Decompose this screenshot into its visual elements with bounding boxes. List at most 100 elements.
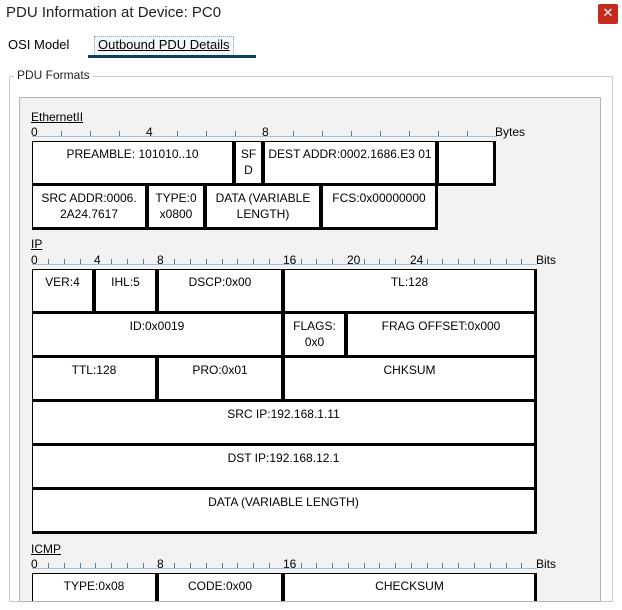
ruler-tick (364, 563, 365, 568)
ethernet-ruler-label-0: 0 (31, 125, 38, 139)
ruler-tick (111, 563, 112, 568)
ruler-tick (411, 563, 412, 568)
ip-ihl-field: IHL:5 (95, 269, 158, 314)
close-icon[interactable]: ✕ (598, 4, 618, 24)
ruler-tick (351, 131, 352, 136)
ruler-tick (332, 259, 333, 264)
ethernet-preamble-field: PREAMBLE: 101010..10 (32, 141, 235, 186)
ip-ruler-label-4: 4 (94, 253, 101, 267)
ip-unit-label: Bits (536, 253, 557, 267)
ruler-tick (301, 259, 302, 264)
ruler-tick (364, 259, 365, 264)
ruler-tick (379, 563, 380, 568)
ethernet-ruler-label-8: 8 (262, 125, 269, 139)
ruler-tick (48, 259, 49, 264)
ethernet-section-title: EthernetII (31, 110, 84, 124)
ruler-tick (95, 563, 96, 568)
ip-dscp-field: DSCP:0x00 (158, 269, 284, 314)
ruler-tick (293, 131, 294, 136)
ethernet-ruler-label-4: 4 (146, 125, 153, 139)
ruler-tick (80, 563, 81, 568)
tab-outbound-pdu-details[interactable]: Outbound PDU Details (94, 36, 234, 56)
ruler-tick (427, 563, 428, 568)
ruler-tick (316, 259, 317, 264)
ruler-tick (316, 563, 317, 568)
ip-data-field: DATA (VARIABLE LENGTH) (32, 489, 537, 534)
icmp-ruler-label-8: 8 (157, 557, 164, 571)
ip-src-ip-field: SRC IP:192.168.1.11 (32, 401, 537, 446)
tab-bar: OSI Model Outbound PDU Details (0, 32, 622, 58)
ip-section-title: IP (31, 237, 43, 251)
icmp-code-field: CODE:0x00 (158, 573, 284, 601)
ip-tl-field: TL:128 (284, 269, 537, 314)
ruler-tick (206, 259, 207, 264)
ruler-tick (474, 563, 475, 568)
icmp-ruler-label-0: 0 (31, 557, 38, 571)
ruler-tick (64, 563, 65, 568)
ip-dst-ip-field: DST IP:192.168.12.1 (32, 445, 537, 490)
ruler-tick (206, 131, 207, 136)
ip-protocol-field: PRO:0x01 (158, 357, 284, 402)
pdu-formats-panel[interactable]: EthernetII 0 4 8 Bytes PREAMBLE: 101010.… (19, 97, 601, 602)
ip-ruler-label-8: 8 (157, 253, 164, 267)
ruler-tick (177, 131, 178, 136)
ethernet-data-field: DATA (VARIABLE LENGTH) (206, 185, 322, 230)
ethernet-sfd-field: SF D (235, 141, 264, 186)
ruler-tick (332, 563, 333, 568)
ip-ver-field: VER:4 (32, 269, 95, 314)
ruler-tick (506, 563, 507, 568)
pdu-formats-label: PDU Formats (14, 68, 93, 82)
ip-id-field: ID:0x0019 (32, 313, 284, 358)
ruler-tick (269, 563, 270, 568)
ruler-tick (458, 563, 459, 568)
ruler-tick (119, 131, 120, 136)
ethernet-unit-label: Bytes (495, 125, 526, 139)
ruler-tick (206, 563, 207, 568)
ruler-tick (395, 563, 396, 568)
icmp-section-title: ICMP (31, 542, 61, 556)
ruler-tick (235, 131, 236, 136)
ruler-tick (111, 259, 112, 264)
ip-flags-field: FLAGS: 0x0 (284, 313, 347, 358)
ruler-tick (395, 259, 396, 264)
tab-osi-model[interactable]: OSI Model (4, 36, 73, 56)
ruler-tick (222, 259, 223, 264)
ruler-tick (458, 259, 459, 264)
ip-ruler-label-20: 20 (347, 253, 361, 267)
ip-ruler-label-24: 24 (410, 253, 424, 267)
icmp-checksum-field: CHECKSUM (284, 573, 537, 601)
window-title: PDU Information at Device: PC0 (6, 4, 222, 21)
ruler-tick (190, 563, 191, 568)
ruler-tick (467, 131, 468, 136)
ruler-tick (237, 259, 238, 264)
ethernet-type-field: TYPE:0 x0800 (148, 185, 206, 230)
ip-ttl-field: TTL:128 (32, 357, 158, 402)
ip-ruler-label-16: 16 (283, 253, 297, 267)
ruler-tick (190, 259, 191, 264)
ruler-tick (61, 131, 62, 136)
ip-frag-offset-field: FRAG OFFSET:0x000 (347, 313, 537, 358)
ethernet-fcs-field: FCS:0x00000000 (322, 185, 438, 230)
ruler-tick (253, 563, 254, 568)
ruler-tick (222, 563, 223, 568)
ruler-tick (474, 259, 475, 264)
ip-ruler-label-0: 0 (31, 253, 38, 267)
ruler-tick (127, 259, 128, 264)
ruler-tick (490, 259, 491, 264)
icmp-unit-label: Bits (536, 557, 557, 571)
ruler-tick (269, 259, 270, 264)
ruler-tick (322, 131, 323, 136)
ruler-tick (174, 259, 175, 264)
ruler-tick (521, 259, 522, 264)
ruler-tick (380, 131, 381, 136)
ruler-tick (80, 259, 81, 264)
ruler-tick (442, 563, 443, 568)
ruler-tick (301, 563, 302, 568)
icmp-ruler-label-16: 16 (283, 557, 297, 571)
ethernet-src-addr-field: SRC ADDR:0006. 2A24.7617 (32, 185, 148, 230)
icmp-type-field: TYPE:0x08 (32, 573, 158, 601)
ruler-tick (348, 563, 349, 568)
active-tab-indicator (88, 55, 256, 58)
ruler-tick (48, 563, 49, 568)
ethernet-dest-addr-field: DEST ADDR:0002.1686.E3 01 (264, 141, 438, 186)
